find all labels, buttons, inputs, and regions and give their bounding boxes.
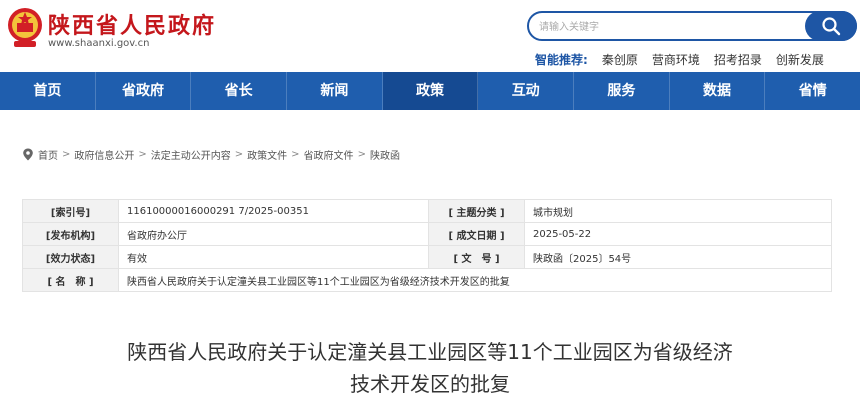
breadcrumb-separator: > [138, 149, 147, 160]
breadcrumb-separator: > [357, 149, 366, 160]
recommend-item[interactable]: 营商环境 [652, 51, 700, 68]
table-row: [效力状态] 有效 [ 文 号 ] 陕政函〔2025〕54号 [22, 245, 832, 269]
nav-government[interactable]: 省政府 [96, 72, 192, 110]
breadcrumb-current[interactable]: 陕政函 [370, 147, 400, 162]
table-row: [发布机构] 省政府办公厅 [ 成文日期 ] 2025-05-22 [22, 222, 832, 246]
breadcrumb-separator: > [291, 149, 300, 160]
nav-news[interactable]: 新闻 [287, 72, 383, 110]
main-nav: 首页 省政府 省长 新闻 政策 互动 服务 数据 省情 [0, 72, 860, 110]
table-row: [索引号] 11610000016000291 7/2025-00351 [ 主… [22, 199, 832, 223]
value-publisher: 省政府办公厅 [118, 222, 429, 246]
breadcrumb-separator: > [234, 149, 244, 160]
breadcrumb-item[interactable]: 省政府文件 [304, 147, 354, 162]
label-topic: [ 主题分类 ] [428, 199, 525, 223]
value-topic: 城市规划 [524, 199, 832, 223]
national-emblem-icon[interactable] [6, 5, 44, 51]
recommend-item[interactable]: 招考招录 [714, 51, 762, 68]
recommend-item[interactable]: 秦创原 [602, 51, 638, 68]
nav-province-info[interactable]: 省情 [765, 72, 860, 110]
nav-service[interactable]: 服务 [574, 72, 670, 110]
value-date: 2025-05-22 [524, 222, 832, 246]
breadcrumb-item[interactable]: 政府信息公开 [74, 147, 134, 162]
value-validity: 有效 [118, 245, 429, 269]
nav-policy[interactable]: 政策 [382, 72, 479, 110]
site-domain: www.shaanxi.gov.cn [48, 38, 150, 49]
search-input[interactable] [539, 18, 799, 36]
value-name: 陕西省人民政府关于认定潼关县工业园区等11个工业园区为省级经济技术开发区的批复 [118, 268, 832, 292]
site-title[interactable]: 陕西省人民政府 [48, 8, 216, 40]
label-index-number: [索引号] [22, 199, 119, 223]
nav-home[interactable]: 首页 [0, 72, 96, 110]
document-title-line: 陕西省人民政府关于认定潼关县工业园区等11个工业园区为省级经济 [127, 340, 733, 364]
search-icon [822, 17, 841, 36]
label-name: [ 名 称 ] [22, 268, 119, 292]
document-title: 陕西省人民政府关于认定潼关县工业园区等11个工业园区为省级经济 技术开发区的批复 [0, 336, 860, 400]
label-date: [ 成文日期 ] [428, 222, 525, 246]
document-info-table: [索引号] 11610000016000291 7/2025-00351 [ 主… [22, 199, 832, 292]
table-row: [ 名 称 ] 陕西省人民政府关于认定潼关县工业园区等11个工业园区为省级经济技… [22, 268, 832, 292]
recommend-row: 智能推荐: 秦创原 营商环境 招考招录 创新发展 [535, 51, 824, 68]
nav-interaction[interactable]: 互动 [478, 72, 575, 110]
breadcrumb-separator: > [62, 149, 71, 160]
search-button[interactable] [805, 11, 857, 41]
breadcrumb-item[interactable]: 政策文件 [247, 147, 287, 162]
value-doc-number: 陕政函〔2025〕54号 [524, 245, 832, 269]
label-publisher: [发布机构] [22, 222, 119, 246]
label-doc-number: [ 文 号 ] [428, 245, 525, 269]
document-title-line: 技术开发区的批复 [350, 372, 510, 396]
search-box [527, 11, 857, 41]
breadcrumb-item[interactable]: 首页 [38, 147, 58, 162]
site-header: 陕西省人民政府 www.shaanxi.gov.cn 智能推荐: 秦创原 营商环… [0, 0, 860, 72]
breadcrumb-item[interactable]: 法定主动公开内容 [151, 147, 231, 162]
nav-data[interactable]: 数据 [670, 72, 766, 110]
breadcrumb: 首页 > 政府信息公开 > 法定主动公开内容 > 政策文件 > 省政府文件 > … [22, 147, 400, 162]
location-pin-icon [23, 148, 33, 161]
nav-governor[interactable]: 省长 [191, 72, 288, 110]
label-validity: [效力状态] [22, 245, 119, 269]
recommend-item[interactable]: 创新发展 [776, 51, 824, 68]
value-index-number: 11610000016000291 7/2025-00351 [118, 199, 429, 223]
recommend-label: 智能推荐: [535, 53, 588, 67]
